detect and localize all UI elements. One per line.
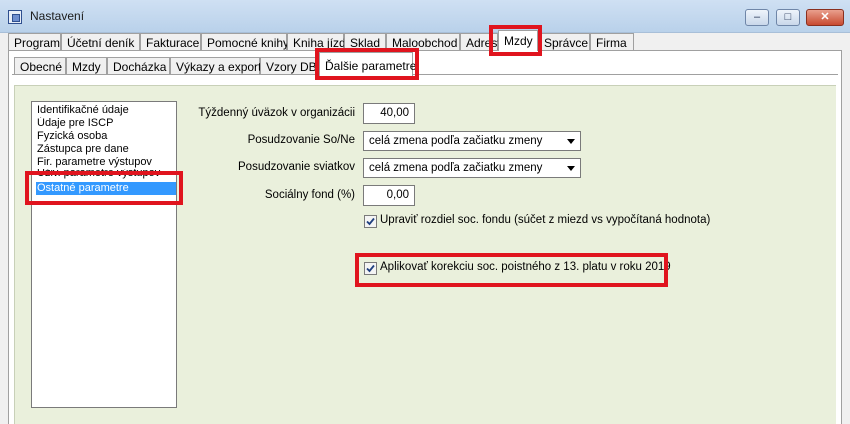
- dropdown-arrow-icon: [567, 139, 575, 144]
- posudzovanie-sviatkov-value: celá zmena podľa začiatku zmeny: [369, 162, 543, 174]
- weekly-hours-label: Týždenný úväzok v organizácii: [198, 107, 355, 119]
- list-item[interactable]: Zástupca pre dane: [36, 143, 176, 156]
- posudzovanie-sone-select[interactable]: celá zmena podľa začiatku zmeny: [363, 131, 581, 151]
- minimize-button[interactable]: –: [745, 9, 769, 26]
- checkmark-icon: [366, 217, 375, 226]
- title-bar[interactable]: [0, 0, 850, 33]
- tab-firma[interactable]: Firma: [590, 33, 634, 50]
- tab-fakturace[interactable]: Fakturace: [140, 33, 201, 50]
- list-item[interactable]: Fir. parametre výstupov: [36, 156, 176, 169]
- subtab-dochadzka[interactable]: Docházka: [107, 57, 170, 74]
- tab-pomocne-knihy[interactable]: Pomocné knihy: [201, 33, 289, 50]
- list-item[interactable]: Identifikačné údaje: [36, 104, 176, 117]
- sub-tab-divider: [12, 74, 838, 75]
- highlight-dalsie-parametre-tab: [315, 48, 419, 80]
- subtab-obecne[interactable]: Obecné: [14, 57, 66, 74]
- restore-button[interactable]: □: [776, 9, 800, 26]
- subtab-vzory-dbf[interactable]: Vzory DBF: [260, 57, 319, 74]
- main-tab-divider: [8, 50, 842, 51]
- upravit-rozdiel-label[interactable]: Upraviť rozdiel soc. fondu (súčet z miez…: [380, 214, 710, 226]
- category-list[interactable]: Identifikačné údaje Údaje pre ISCP Fyzic…: [31, 101, 177, 408]
- tab-spravce[interactable]: Správce: [538, 33, 590, 50]
- list-item[interactable]: Údaje pre ISCP: [36, 117, 176, 130]
- posudzovanie-sone-label: Posudzovanie So/Ne: [247, 134, 355, 146]
- highlight-mzdy-tab: [489, 25, 542, 56]
- list-item[interactable]: Fyzická osoba: [36, 130, 176, 143]
- posudzovanie-sone-value: celá zmena podľa začiatku zmeny: [369, 135, 543, 147]
- highlight-ostatne-parametre: [25, 171, 183, 205]
- tab-program[interactable]: Program: [8, 33, 61, 50]
- social-fund-field[interactable]: 0,00: [363, 185, 415, 206]
- posudzovanie-sviatkov-label: Posudzovanie sviatkov: [238, 161, 355, 173]
- subtab-mzdy[interactable]: Mzdy: [66, 57, 107, 74]
- window-title: Nastavení: [30, 9, 85, 23]
- dropdown-arrow-icon: [567, 166, 575, 171]
- app-window-icon: [8, 10, 22, 24]
- close-button[interactable]: ✕: [806, 9, 844, 26]
- upravit-rozdiel-checkbox[interactable]: [364, 215, 377, 228]
- social-fund-label: Sociálny fond (%): [264, 189, 355, 201]
- subtab-vykazy-a-exporty[interactable]: Výkazy a exporty: [170, 57, 267, 74]
- tab-uctovny-dennik[interactable]: Účetní deník: [61, 33, 140, 50]
- weekly-hours-field[interactable]: 40,00: [363, 103, 415, 124]
- posudzovanie-sviatkov-select[interactable]: celá zmena podľa začiatku zmeny: [363, 158, 581, 178]
- highlight-aplikovat-korekciu: [355, 253, 668, 287]
